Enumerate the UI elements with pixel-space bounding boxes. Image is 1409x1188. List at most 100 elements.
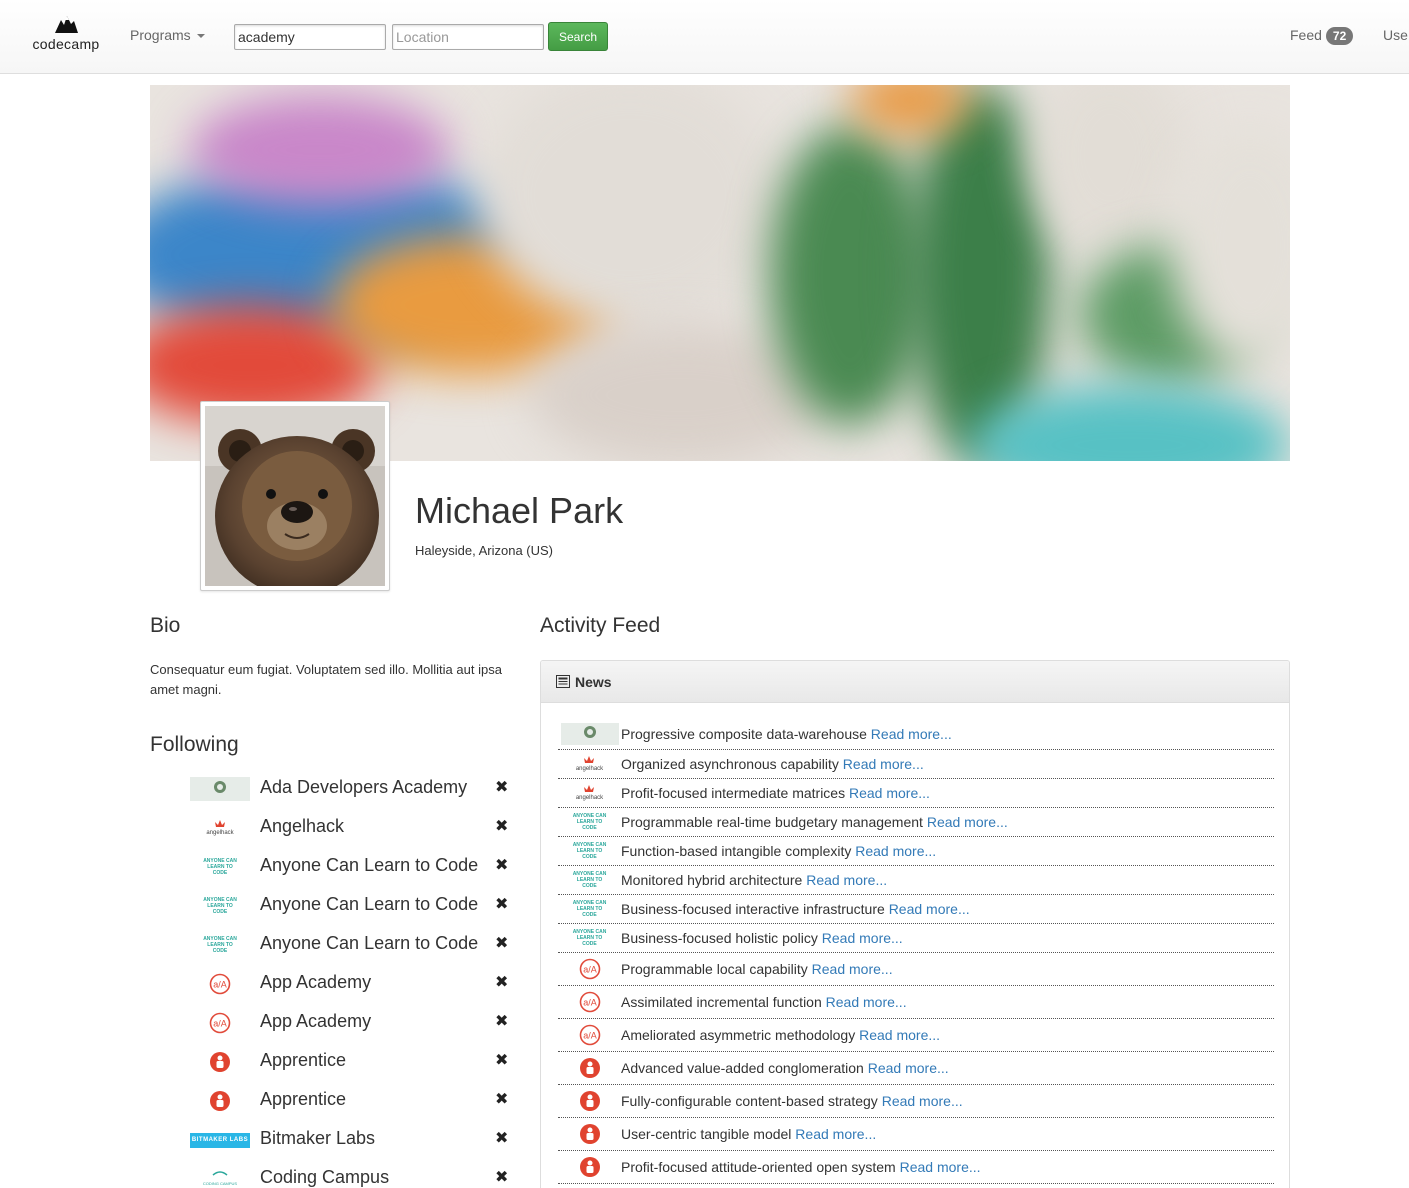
- following-item-name[interactable]: App Academy: [260, 972, 371, 993]
- news-item-text: Progressive composite data-warehouse Rea…: [621, 726, 952, 742]
- news-item-title: User-centric tangible model: [621, 1126, 792, 1142]
- news-item-title: Programmable real-time budgetary managem…: [621, 814, 923, 830]
- read-more-link[interactable]: Read more...: [826, 994, 907, 1010]
- coding-campus-logo-text: CODING CAMPUS: [202, 1180, 238, 1186]
- news-item-title: Monitored hybrid architecture: [621, 872, 803, 888]
- search-button[interactable]: Search: [548, 22, 608, 51]
- news-item: a/A Assimilated incremental function Read…: [558, 986, 1274, 1019]
- news-item-text: User-centric tangible model Read more...: [621, 1126, 876, 1142]
- caret-down-icon: [196, 34, 205, 39]
- read-more-link[interactable]: Read more...: [900, 1159, 981, 1175]
- search-query-input[interactable]: [234, 24, 386, 50]
- apprentice-logo-icon: [210, 1091, 230, 1111]
- following-item-name[interactable]: Bitmaker Labs: [260, 1128, 375, 1149]
- apprentice-logo-icon: [579, 1124, 600, 1144]
- unfollow-icon[interactable]: ✖: [495, 894, 508, 914]
- news-item-text: Function-based intangible complexity Rea…: [621, 843, 936, 859]
- newspaper-icon: [556, 675, 570, 688]
- feed-count-badge: 72: [1325, 27, 1354, 45]
- following-item-logo: ANYONE CAN LEARN TO CODE: [190, 855, 250, 879]
- read-more-link[interactable]: Read more...: [812, 961, 893, 977]
- following-item: BITMAKER LABS Bitmaker Labs ✖: [190, 1120, 520, 1159]
- following-item-name[interactable]: Anyone Can Learn to Code: [260, 894, 478, 915]
- news-item-title: Programmable local capability: [621, 961, 808, 977]
- following-item-name[interactable]: Angelhack: [260, 816, 344, 837]
- read-more-link[interactable]: Read more...: [927, 814, 1008, 830]
- unfollow-icon[interactable]: ✖: [495, 816, 508, 836]
- news-item: ANYONE CAN LEARN TO CODE Function-based i…: [558, 837, 1274, 866]
- news-item-title: Fully-configurable content-based strateg…: [621, 1093, 878, 1109]
- following-item-name[interactable]: Anyone Can Learn to Code: [260, 855, 478, 876]
- news-item-logo: angelhack: [558, 782, 621, 804]
- following-item-name[interactable]: App Academy: [260, 1011, 371, 1032]
- unfollow-icon[interactable]: ✖: [495, 1050, 508, 1070]
- following-item-name[interactable]: Apprentice: [260, 1050, 346, 1071]
- read-more-link[interactable]: Read more...: [889, 901, 970, 917]
- svg-text:a/A: a/A: [583, 965, 597, 975]
- read-more-link[interactable]: Read more...: [795, 1126, 876, 1142]
- following-item-name[interactable]: Coding Campus: [260, 1167, 389, 1188]
- aclc-logo-icon: ANYONE CAN LEARN TO CODE: [570, 813, 610, 831]
- aclc-logo-icon: ANYONE CAN LEARN TO CODE: [570, 929, 610, 947]
- unfollow-icon[interactable]: ✖: [495, 1128, 508, 1148]
- news-item-title: Assimilated incremental function: [621, 994, 822, 1010]
- feed-link[interactable]: Feed 72: [1290, 27, 1354, 45]
- following-item-logo: a/A: [190, 1011, 250, 1035]
- aclc-logo-icon: ANYONE CAN LEARN TO CODE: [200, 897, 240, 915]
- read-more-link[interactable]: Read more...: [849, 785, 930, 801]
- unfollow-icon[interactable]: ✖: [495, 1167, 508, 1187]
- news-item: ANYONE CAN LEARN TO CODE Programmable rea…: [558, 808, 1274, 837]
- brand-logo[interactable]: codecamp: [26, 12, 106, 52]
- news-item-title: Business-focused holistic policy: [621, 930, 818, 946]
- bear-photo: [205, 406, 385, 586]
- unfollow-icon[interactable]: ✖: [495, 933, 508, 953]
- news-item: Advanced value-added conglomeration Read…: [558, 1052, 1274, 1085]
- read-more-link[interactable]: Read more...: [855, 843, 936, 859]
- read-more-link[interactable]: Read more...: [822, 930, 903, 946]
- apprentice-logo-icon: [210, 1052, 230, 1072]
- news-item-text: Programmable real-time budgetary managem…: [621, 814, 1008, 830]
- news-item-text: Programmable local capability Read more.…: [621, 961, 893, 977]
- read-more-link[interactable]: Read more...: [868, 1060, 949, 1076]
- unfollow-icon[interactable]: ✖: [495, 1089, 508, 1109]
- read-more-link[interactable]: Read more...: [882, 1093, 963, 1109]
- navbar: codecamp Programs Search Feed72 Use: [0, 0, 1409, 74]
- svg-text:a/A: a/A: [583, 1031, 597, 1041]
- read-more-link[interactable]: Read more...: [859, 1027, 940, 1043]
- following-item-name[interactable]: Ada Developers Academy: [260, 777, 467, 798]
- app-academy-logo-icon: a/A: [209, 1012, 231, 1034]
- news-item-text: Advanced value-added conglomeration Read…: [621, 1060, 949, 1076]
- read-more-link[interactable]: Read more...: [806, 872, 887, 888]
- unfollow-icon[interactable]: ✖: [495, 972, 508, 992]
- news-item-title: Progressive composite data-warehouse: [621, 726, 867, 742]
- news-item-text: Monitored hybrid architecture Read more.…: [621, 872, 887, 888]
- apprentice-logo-icon: [579, 1091, 600, 1111]
- read-more-link[interactable]: Read more...: [843, 756, 924, 772]
- activity-feed-heading: Activity Feed: [540, 614, 661, 637]
- news-item: ANYONE CAN LEARN TO CODE Monitored hybrid…: [558, 866, 1274, 895]
- svg-text:a/A: a/A: [213, 980, 227, 990]
- unfollow-icon[interactable]: ✖: [495, 777, 508, 797]
- following-item: ANYONE CAN LEARN TO CODE Anyone Can Learn…: [190, 847, 520, 886]
- programs-dropdown[interactable]: Programs: [130, 27, 205, 43]
- read-more-link[interactable]: Read more...: [871, 726, 952, 742]
- coding-campus-logo-icon: CODING CAMPUS: [202, 1170, 238, 1188]
- following-item-name[interactable]: Anyone Can Learn to Code: [260, 933, 478, 954]
- unfollow-icon[interactable]: ✖: [495, 855, 508, 875]
- news-item-logo: ANYONE CAN LEARN TO CODE: [558, 927, 621, 949]
- following-item: a/A App Academy ✖: [190, 964, 520, 1003]
- apprentice-logo-icon: [579, 1157, 600, 1177]
- aclc-logo-text: ANYONE CAN LEARN TO CODE: [572, 871, 607, 889]
- app-academy-logo-icon: a/A: [209, 973, 231, 995]
- following-item-logo: [190, 1050, 250, 1074]
- news-item-logo: ANYONE CAN LEARN TO CODE: [558, 811, 621, 833]
- news-item: angelhack Profit-focused intermediate mat…: [558, 779, 1274, 808]
- location-input[interactable]: [392, 24, 544, 50]
- following-item-name[interactable]: Apprentice: [260, 1089, 346, 1110]
- following-item: CODING CAMPUS Coding Campus ✖: [190, 1159, 520, 1188]
- unfollow-icon[interactable]: ✖: [495, 1011, 508, 1031]
- users-link[interactable]: Use: [1383, 27, 1408, 43]
- aclc-logo-text: ANYONE CAN LEARN TO CODE: [572, 842, 607, 860]
- news-item-logo: a/A: [558, 991, 621, 1013]
- news-item-logo: [558, 1057, 621, 1079]
